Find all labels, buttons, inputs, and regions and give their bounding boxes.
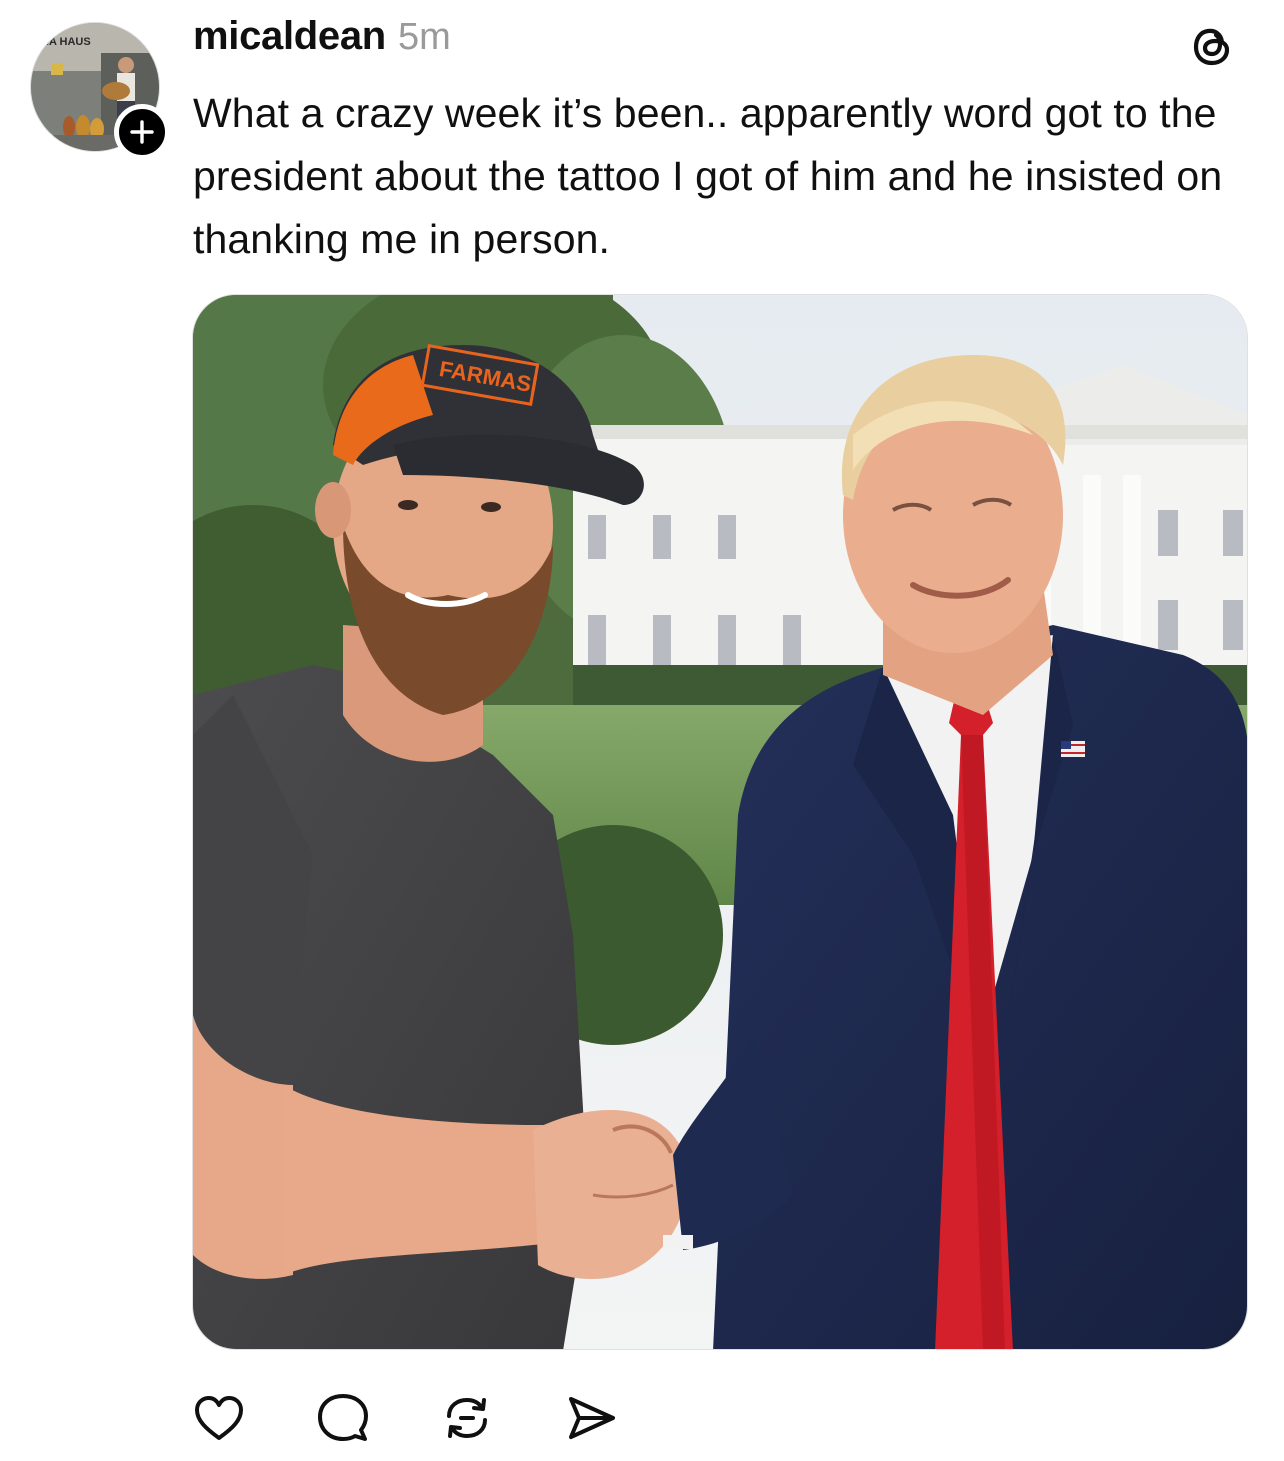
avatar-container[interactable]: NA HAUS — [30, 22, 170, 160]
like-button[interactable] — [193, 1392, 245, 1444]
plus-icon — [130, 120, 154, 144]
username[interactable]: micaldean — [193, 14, 386, 59]
post-photo[interactable]: FARMASI — [192, 294, 1248, 1350]
repost-icon — [447, 1397, 487, 1439]
avatar-sign-text: NA HAUS — [41, 36, 91, 48]
post-text: What a crazy week it’s been.. apparently… — [193, 90, 1223, 262]
timestamp: 5m — [397, 16, 451, 58]
repost-button[interactable] — [441, 1392, 493, 1444]
threads-post: NA HAUS micaldean 5m What a crazy week i… — [0, 0, 1284, 1461]
action-bar — [193, 1392, 689, 1444]
share-button[interactable] — [565, 1392, 617, 1444]
threads-logo-icon — [1188, 22, 1236, 70]
handshake-photo: FARMASI — [193, 295, 1247, 1349]
post-header: micaldean 5m — [193, 14, 451, 74]
comment-icon — [318, 1394, 368, 1441]
reply-button[interactable] — [317, 1392, 369, 1444]
heart-icon — [195, 1396, 243, 1440]
follow-button[interactable] — [114, 104, 170, 160]
share-icon — [569, 1397, 615, 1439]
